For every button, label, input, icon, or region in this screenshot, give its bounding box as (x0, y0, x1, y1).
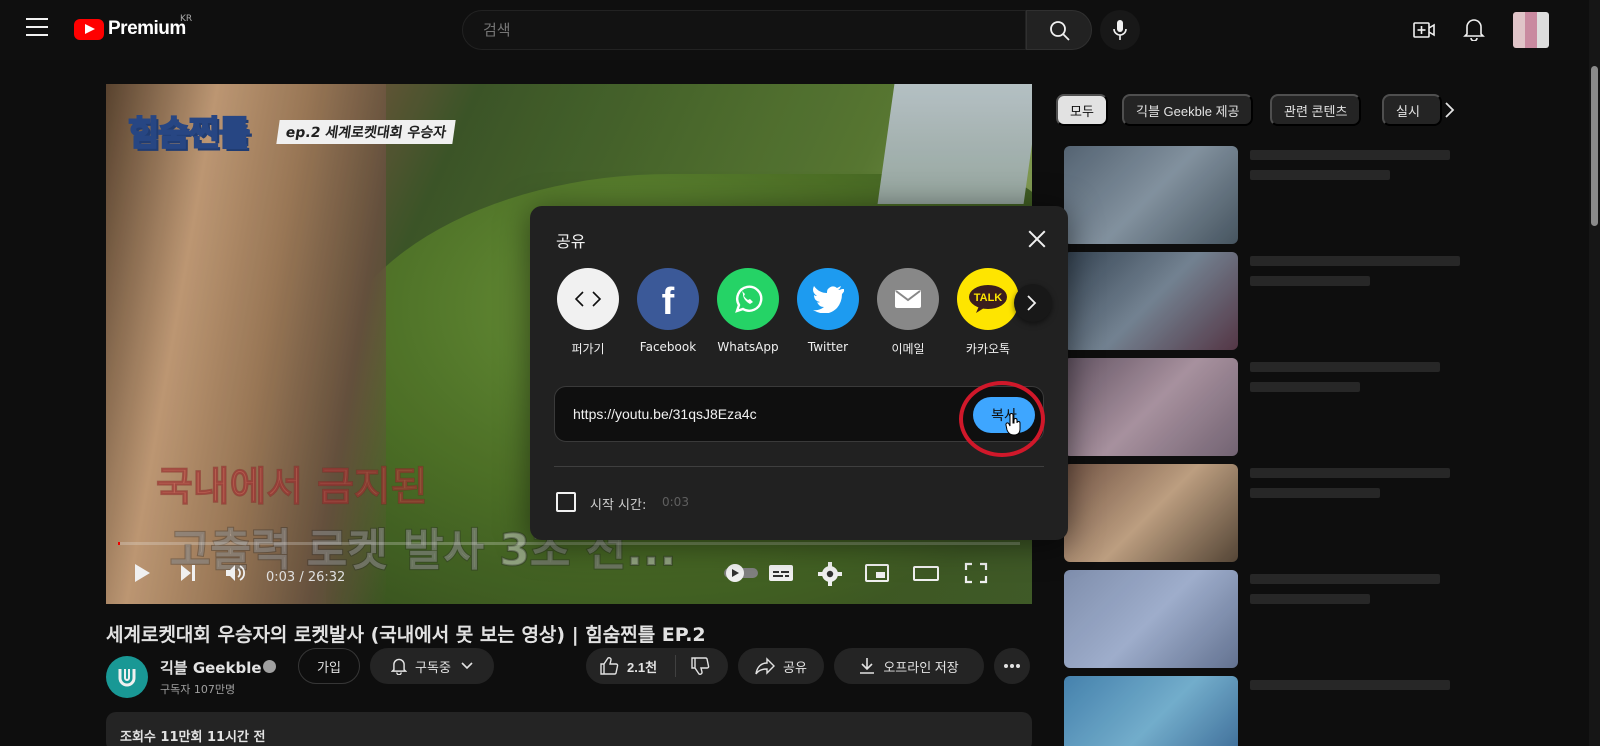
search-icon (1050, 21, 1070, 41)
start-time-checkbox[interactable] (556, 492, 576, 512)
search-input[interactable] (462, 10, 1026, 50)
share-url-field[interactable]: https://youtu.be/31qsJ8Eza4c 복사 (554, 381, 1045, 457)
region-code: KR (180, 14, 193, 24)
notifications-bell-icon[interactable] (1463, 17, 1485, 41)
scrollbar-thumb[interactable] (1591, 66, 1598, 226)
share-target-label: Facebook (639, 340, 697, 354)
share-target-twitter[interactable]: Twitter (790, 268, 866, 354)
share-target-label: Twitter (807, 340, 849, 354)
account-avatar[interactable] (1513, 12, 1549, 48)
chevron-right-icon (1027, 295, 1037, 311)
email-icon (877, 268, 939, 330)
create-video-icon[interactable] (1412, 18, 1436, 42)
youtube-watch-page: Premium KR 힘숨찐틀 ep.2 세계로켓대회 우승자 국내에서 금지된… (0, 0, 1600, 746)
close-icon[interactable] (1026, 228, 1048, 250)
hand-cursor-icon (1005, 413, 1021, 436)
svg-text:TALK: TALK (974, 292, 1003, 304)
start-time-value[interactable]: 0:03 (662, 495, 689, 509)
voice-search-button[interactable] (1100, 10, 1140, 50)
menu-icon[interactable] (26, 18, 48, 36)
share-url[interactable]: https://youtu.be/31qsJ8Eza4c (573, 406, 757, 422)
share-target-embed[interactable]: 퍼가기 (550, 268, 626, 357)
share-target-label: WhatsApp (717, 340, 779, 354)
youtube-logo[interactable]: Premium (74, 18, 186, 40)
annotation-red-circle (959, 381, 1045, 457)
share-more-button[interactable] (1014, 284, 1052, 322)
facebook-icon: f (637, 268, 699, 330)
search-button[interactable] (1026, 10, 1092, 50)
share-target-label: 퍼가기 (571, 342, 605, 356)
whatsapp-icon (717, 268, 779, 330)
microphone-icon (1113, 20, 1127, 40)
kakaotalk-icon: TALK (957, 268, 1019, 330)
twitter-icon (797, 268, 859, 330)
share-target-whatsapp[interactable]: WhatsApp (710, 268, 786, 354)
share-dialog: 공유 퍼가기 f Facebook WhatsApp Twitter 이메일 T… (530, 206, 1068, 540)
page-scrollbar[interactable] (1589, 0, 1600, 746)
share-target-facebook[interactable]: f Facebook (630, 268, 706, 354)
share-target-label: 카카오톡 (965, 342, 1011, 356)
logo-text: Premium (108, 18, 186, 39)
dialog-divider (554, 466, 1044, 467)
top-header: Premium KR (0, 0, 1600, 60)
share-dialog-title: 공유 (556, 232, 586, 251)
embed-icon (557, 268, 619, 330)
start-time-label: 시작 시간: (590, 498, 647, 513)
share-target-label: 이메일 (891, 342, 925, 356)
youtube-play-icon (74, 18, 104, 40)
share-target-email[interactable]: 이메일 (870, 268, 946, 357)
search-bar (462, 10, 1092, 50)
share-target-kakaotalk[interactable]: TALK 카카오톡 (950, 268, 1026, 357)
